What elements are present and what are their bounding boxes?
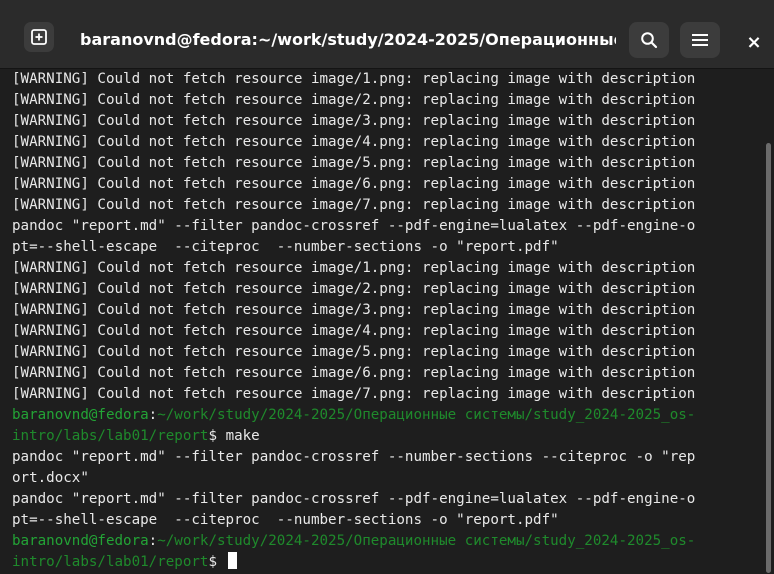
- prompt-path: intro/labs/lab01/report: [12, 554, 209, 570]
- output-line: pandoc "report.md" --filter pandoc-cross…: [12, 491, 696, 507]
- output-line: pandoc "report.md" --filter pandoc-cross…: [12, 449, 696, 465]
- output-line: ort.docx": [12, 470, 89, 486]
- terminal-output[interactable]: [WARNING] Could not fetch resource image…: [0, 69, 774, 574]
- output-line: pt=--shell-escape --citeproc --number-se…: [12, 512, 559, 528]
- search-icon: [641, 32, 658, 49]
- new-tab-button[interactable]: [24, 22, 54, 52]
- text-cursor: [227, 552, 237, 569]
- output-line: [WARNING] Could not fetch resource image…: [12, 176, 696, 192]
- plus-in-square-icon: [31, 29, 47, 45]
- prompt-line[interactable]: intro/labs/lab01/report$: [12, 552, 237, 573]
- output-line: [WARNING] Could not fetch resource image…: [12, 260, 696, 276]
- title-bar: baranovnd@fedora:~/work/study/2024-2025/…: [0, 0, 774, 69]
- menu-button[interactable]: [680, 22, 720, 58]
- prompt-user: baranovnd@fedora: [12, 533, 149, 549]
- output-line: [WARNING] Could not fetch resource image…: [12, 281, 696, 297]
- close-button[interactable]: ×: [742, 30, 766, 54]
- prompt-path: intro/labs/lab01/report: [12, 428, 209, 444]
- output-line: pandoc "report.md" --filter pandoc-cross…: [12, 218, 696, 234]
- hamburger-menu-icon: [692, 34, 708, 46]
- prompt-symbol: $: [208, 428, 226, 444]
- output-line: pt=--shell-escape --citeproc --number-se…: [12, 239, 559, 255]
- output-line: [WARNING] Could not fetch resource image…: [12, 113, 696, 129]
- prompt-separator: :: [148, 407, 158, 423]
- prompt-line: baranovnd@fedora:~/work/study/2024-2025/…: [12, 531, 695, 552]
- window-title: baranovnd@fedora:~/work/study/2024-2025/…: [80, 30, 616, 49]
- output-line: [WARNING] Could not fetch resource image…: [12, 92, 696, 108]
- output-line: [WARNING] Could not fetch resource image…: [12, 344, 696, 360]
- prompt-command: make: [225, 428, 260, 444]
- scrollbar[interactable]: [766, 143, 771, 573]
- output-line: [WARNING] Could not fetch resource image…: [12, 323, 696, 339]
- output-line: [WARNING] Could not fetch resource image…: [12, 197, 696, 213]
- prompt-path: ~/work/study/2024-2025/Операционные сист…: [157, 533, 696, 549]
- prompt-user: baranovnd@fedora: [12, 407, 149, 423]
- close-icon: ×: [746, 31, 762, 53]
- output-line: [WARNING] Could not fetch resource image…: [12, 134, 696, 150]
- terminal-window: baranovnd@fedora:~/work/study/2024-2025/…: [0, 0, 774, 574]
- prompt-separator: :: [148, 533, 158, 549]
- output-line: [WARNING] Could not fetch resource image…: [12, 155, 696, 171]
- output-line: [WARNING] Could not fetch resource image…: [12, 71, 696, 87]
- prompt-symbol: $: [208, 554, 226, 570]
- prompt-line: baranovnd@fedora:~/work/study/2024-2025/…: [12, 405, 695, 426]
- output-line: [WARNING] Could not fetch resource image…: [12, 302, 696, 318]
- search-button[interactable]: [629, 22, 669, 58]
- output-line: [WARNING] Could not fetch resource image…: [12, 365, 696, 381]
- prompt-path: ~/work/study/2024-2025/Операционные сист…: [157, 407, 696, 423]
- prompt-line: intro/labs/lab01/report$ make: [12, 426, 260, 447]
- output-line: [WARNING] Could not fetch resource image…: [12, 386, 696, 402]
